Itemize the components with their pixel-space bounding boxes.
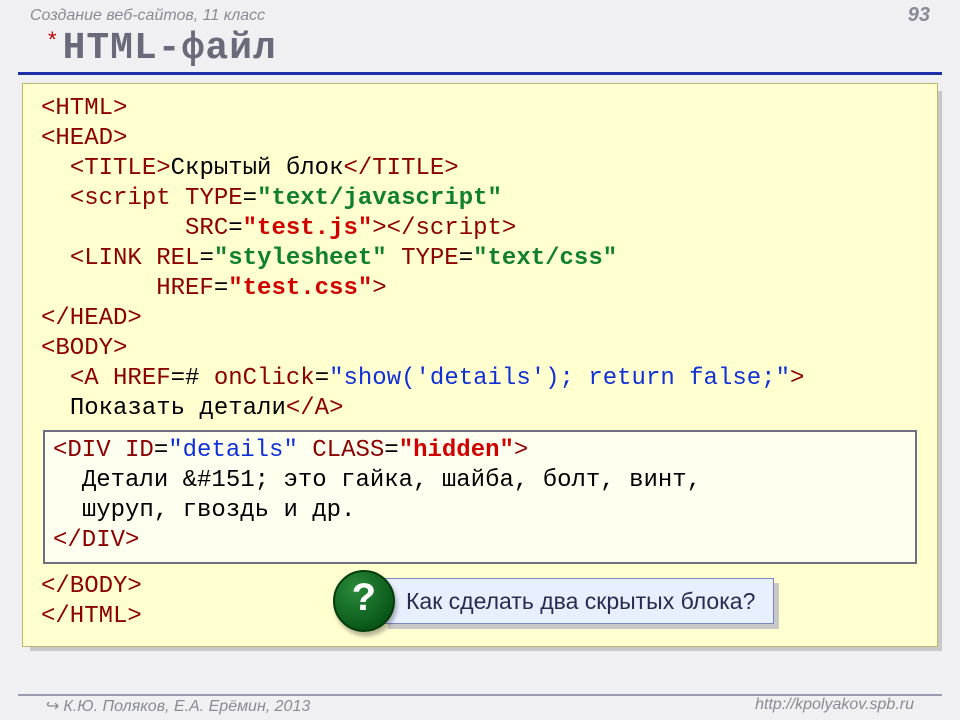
tag-a-open: <A [70, 365, 99, 392]
attr-type: TYPE [185, 185, 243, 212]
val-text-js: "text/javascript" [257, 185, 502, 212]
attr-id: ID [125, 437, 154, 464]
tag-title-open: <TITLE> [70, 155, 171, 182]
div-close-bracket: > [514, 437, 528, 464]
tag-body-close: </BODY> [41, 573, 142, 600]
slide: Создание веб-сайтов, 11 класс 93 *HTML-ф… [0, 0, 960, 720]
tag-head-close: </HEAD> [41, 305, 142, 332]
arrow-icon: ↪ [46, 698, 59, 715]
asterisk-icon: * [48, 27, 57, 52]
tag-html-close: </HTML> [41, 603, 142, 630]
a-close-bracket: > [790, 365, 804, 392]
tag-div-open: <DIV [53, 437, 111, 464]
tag-a-close: </A> [286, 395, 344, 422]
link-close: > [372, 275, 386, 302]
question-icon: ? [333, 570, 395, 632]
script-close2: ipt> [459, 215, 517, 242]
title-content: Скрытый блок [171, 155, 344, 182]
question-text: Как сделать два скрытых блока? [383, 578, 774, 625]
attr-class: CLASS [312, 437, 384, 464]
inner-line1: Детали &#151; это гайка, шайба, болт, ви… [82, 467, 701, 494]
val-details: "details" [168, 437, 298, 464]
tag-title-close: </TITLE> [343, 155, 458, 182]
inner-code: <DIV ID="details" CLASS="hidden"> Детали… [53, 436, 907, 556]
tag-script-open: <script [70, 185, 171, 212]
attr-a-href: HREF [113, 365, 171, 392]
code-block: <HTML> <HEAD> <TITLE>Скрытый блок</TITLE… [41, 94, 919, 424]
tag-body-open: <BODY> [41, 335, 127, 362]
tag-html-open: <HTML> [41, 95, 127, 122]
question-callout: ? Как сделать два скрытых блока? [333, 570, 774, 632]
inner-line2: шуруп, гвоздь и др. [82, 497, 356, 524]
author-text: К.Ю. Поляков, Е.А. Ерёмин, 2013 [63, 698, 310, 715]
val-textcss: "text/css" [473, 245, 617, 272]
val-testjs: "test.js" [243, 215, 373, 242]
val-testcss: "test.css" [228, 275, 372, 302]
tag-head-open: <HEAD> [41, 125, 127, 152]
question-text-wrap: Как сделать два скрытых блока? [383, 578, 774, 625]
code-panel-wrap: <HTML> <HEAD> <TITLE>Скрытый блок</TITLE… [22, 83, 938, 647]
attr-type2: TYPE [401, 245, 459, 272]
footer-url: http://kpolyakov.spb.ru [755, 696, 914, 716]
page-number: 93 [908, 4, 930, 27]
footer-author: ↪К.Ю. Поляков, Е.А. Ерёмин, 2013 [46, 696, 310, 716]
attr-onclick: onClick [214, 365, 315, 392]
tag-div-close: </DIV> [53, 527, 139, 554]
header-bar: Создание веб-сайтов, 11 класс 93 [0, 0, 960, 27]
code-panel: <HTML> <HEAD> <TITLE>Скрытый блок</TITLE… [22, 83, 938, 647]
page-title: HTML-файл [63, 27, 277, 70]
course-label: Создание веб-сайтов, 11 класс [30, 7, 265, 25]
footer: ↪К.Ю. Поляков, Е.А. Ерёмин, 2013 http://… [18, 694, 942, 716]
tag-link: <LINK [70, 245, 142, 272]
attr-src: SRC [185, 215, 228, 242]
attr-href: HREF [156, 275, 214, 302]
onclick-val: "show('details'); return false;" [329, 365, 790, 392]
script-close1: ></scr [372, 215, 458, 242]
a-text: Показать детали [70, 395, 286, 422]
a-href-val: # [185, 365, 199, 392]
val-hidden: "hidden" [399, 437, 514, 464]
val-stylesheet: "stylesheet" [214, 245, 387, 272]
title-row: *HTML-файл [18, 27, 942, 75]
inner-box: <DIV ID="details" CLASS="hidden"> Детали… [43, 430, 917, 564]
attr-rel: REL [156, 245, 199, 272]
